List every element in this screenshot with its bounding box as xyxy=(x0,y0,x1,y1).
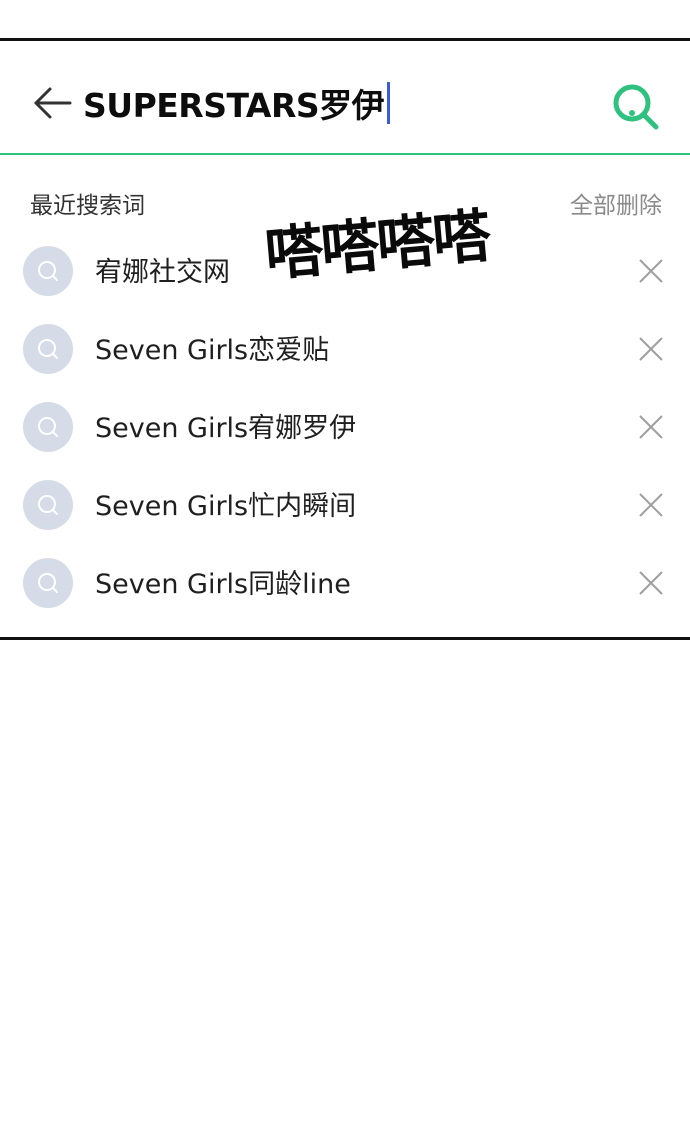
history-title: 最近搜索词 xyxy=(30,193,145,219)
history-search-icon xyxy=(23,324,73,374)
history-list: 宥娜社交网 Seven Girls恋爱贴 Seven Girls宥娜罗伊 Sev… xyxy=(0,232,690,622)
delete-all-button[interactable]: 全部删除 xyxy=(570,186,662,220)
close-icon xyxy=(639,415,663,439)
history-item-label: Seven Girls忙内瞬间 xyxy=(95,491,357,522)
remove-item-button[interactable] xyxy=(633,565,669,601)
close-icon xyxy=(639,493,663,517)
history-item[interactable]: Seven Girls同龄line xyxy=(0,544,690,622)
search-underline xyxy=(0,153,690,155)
history-search-icon xyxy=(23,246,73,296)
close-icon xyxy=(639,571,663,595)
remove-item-button[interactable] xyxy=(633,409,669,445)
text-caret xyxy=(387,82,391,124)
search-bar: SUPERSTARS罗伊 xyxy=(0,41,690,153)
history-item[interactable]: Seven Girls宥娜罗伊 xyxy=(0,388,690,466)
history-item[interactable]: 宥娜社交网 xyxy=(0,232,690,310)
remove-item-button[interactable] xyxy=(633,487,669,523)
history-item-label: Seven Girls同龄line xyxy=(95,569,351,600)
history-search-icon xyxy=(23,558,73,608)
history-item[interactable]: Seven Girls恋爱贴 xyxy=(0,310,690,388)
remove-item-button[interactable] xyxy=(633,331,669,367)
history-item[interactable]: Seven Girls忙内瞬间 xyxy=(0,466,690,544)
arrow-left-icon xyxy=(34,87,72,119)
remove-item-button[interactable] xyxy=(633,253,669,289)
close-icon xyxy=(639,337,663,361)
back-button[interactable] xyxy=(30,85,74,121)
search-query-text: SUPERSTARS罗伊 xyxy=(83,86,385,125)
history-item-label: Seven Girls恋爱贴 xyxy=(95,335,330,366)
history-search-icon xyxy=(23,480,73,530)
close-icon xyxy=(639,259,663,283)
bottom-divider xyxy=(0,637,690,640)
search-icon xyxy=(613,84,659,130)
history-item-label: Seven Girls宥娜罗伊 xyxy=(95,413,357,444)
history-header: 最近搜索词 全部删除 xyxy=(0,180,690,224)
history-search-icon xyxy=(23,402,73,452)
search-input[interactable]: SUPERSTARS罗伊 xyxy=(83,81,391,125)
history-item-label: 宥娜社交网 xyxy=(95,257,230,288)
search-button[interactable] xyxy=(610,81,660,131)
